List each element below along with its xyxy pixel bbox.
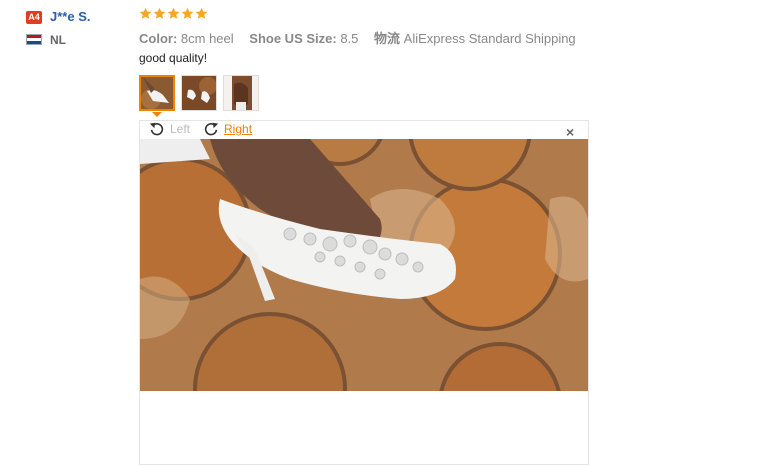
color-value: 8cm heel [180, 31, 234, 46]
close-icon[interactable]: × [566, 124, 574, 140]
shipping-value: AliExpress Standard Shipping [403, 31, 576, 46]
rotate-left-button[interactable]: Left [170, 122, 190, 136]
selected-thumbnail-caret [152, 112, 162, 117]
rotate-right-icon[interactable] [202, 120, 220, 138]
shipping-label: 物流 [374, 31, 401, 46]
review-photo [140, 139, 588, 391]
size-label: Shoe US Size: [249, 31, 337, 46]
star-icon [167, 7, 180, 19]
review-photo-thumbnail-3[interactable] [223, 75, 259, 111]
shoe-photo-large [140, 139, 588, 391]
netherlands-flag-icon [26, 34, 42, 45]
shoe-photo-icon [224, 76, 258, 110]
shoe-photo-icon [182, 76, 216, 110]
rotate-left-icon[interactable] [148, 120, 166, 138]
order-info: Color: 8cm heel Shoe US Size: 8.5 物流 Ali… [139, 28, 576, 47]
reviewer-country: NL [50, 33, 66, 47]
review-photo-thumbnail-2[interactable] [181, 75, 217, 111]
color-label: Color: [139, 31, 178, 46]
star-icon [195, 7, 208, 19]
reviewer-name: J**e S. [50, 9, 91, 24]
star-icon [181, 7, 194, 19]
star-icon [139, 7, 152, 19]
review-photo-thumbnail-1[interactable] [139, 75, 175, 111]
shoe-photo-icon [141, 77, 173, 109]
buyer-level-badge: A4 [26, 11, 42, 24]
review-text: good quality! [139, 51, 208, 65]
size-value: 8.5 [340, 31, 359, 46]
photo-viewer-toolbar: Left Right [148, 120, 252, 138]
star-rating [139, 7, 208, 20]
rotate-right-button[interactable]: Right [224, 122, 252, 136]
star-icon [153, 7, 166, 19]
